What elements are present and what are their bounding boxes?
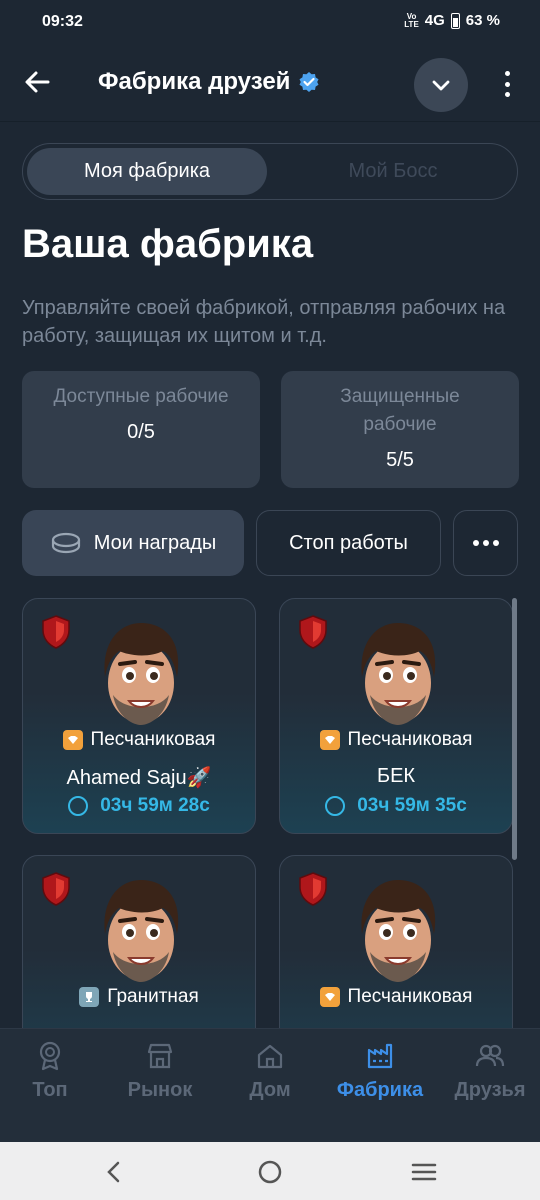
system-home-button[interactable] xyxy=(256,1158,284,1186)
worker-timer: 03ч 59м 35с xyxy=(280,795,512,817)
worker-card[interactable]: Песчаниковая БЕК 03ч 59м 35с xyxy=(279,598,513,834)
factory-icon xyxy=(367,1043,393,1069)
shield-icon xyxy=(42,872,70,906)
worker-name: Ahamed Saju🚀 xyxy=(66,767,212,789)
trophy-icon xyxy=(79,987,100,1007)
nav-label: Фабрика xyxy=(336,1079,424,1101)
rank-label: Песчаниковая xyxy=(90,729,216,750)
page-description: Управляйте своей фабрикой, отправляя раб… xyxy=(22,297,506,347)
dot-icon xyxy=(504,81,510,87)
worker-name: БЕК xyxy=(376,765,416,787)
title-group: Фабрика друзей xyxy=(98,68,320,96)
home-icon xyxy=(257,1044,283,1069)
network-type: 4G xyxy=(424,12,445,29)
factory-tabs: Моя фабрика Мой Босс xyxy=(22,143,518,200)
nav-item-home[interactable]: Дом xyxy=(216,1041,324,1102)
more-actions-button[interactable] xyxy=(453,510,518,576)
menu-lines-icon xyxy=(411,1163,437,1181)
more-menu-button[interactable] xyxy=(496,68,518,100)
avatar xyxy=(104,880,179,982)
shield-icon xyxy=(42,615,70,649)
worker-rank: Гранитная xyxy=(23,986,255,1008)
avatar xyxy=(104,623,179,725)
status-time: 09:32 xyxy=(42,13,83,30)
avatar xyxy=(361,623,436,725)
battery-icon xyxy=(450,12,460,29)
status-bar: 09:32 Vo LTE 4G 63 % xyxy=(0,0,540,44)
timer-value: 03ч 59м 28с xyxy=(100,795,210,816)
coin-stack-icon xyxy=(51,532,80,554)
tab-my-factory[interactable]: Моя фабрика xyxy=(27,148,267,195)
worker-card[interactable]: Песчаниковая Ahamed Saju🚀 03ч 59м 28с xyxy=(22,598,256,834)
page-title: Ваша фабрика xyxy=(22,222,314,266)
shield-icon xyxy=(299,872,327,906)
worker-timer: 03ч 59м 28с xyxy=(23,795,255,817)
nav-item-factory[interactable]: Фабрика xyxy=(326,1041,434,1102)
stat-available-workers: Доступные рабочие 0/5 xyxy=(22,371,260,488)
tab-my-boss[interactable]: Мой Босс xyxy=(273,148,513,195)
dot-icon xyxy=(482,540,489,546)
dot-icon xyxy=(492,540,499,546)
sandstone-badge-icon xyxy=(319,987,340,1007)
system-recents-button[interactable] xyxy=(410,1158,438,1186)
chevron-down-icon xyxy=(432,80,450,91)
worker-rank: Песчаниковая xyxy=(280,729,512,751)
battery-percent: 63 % xyxy=(465,12,500,29)
bottom-nav: Топ Рынок Дом Фабрика Друзья xyxy=(0,1028,540,1142)
system-back-button[interactable] xyxy=(100,1158,128,1186)
rank-label: Гранитная xyxy=(107,986,199,1007)
my-rewards-label: Мои награды xyxy=(93,531,217,554)
collapse-button[interactable] xyxy=(414,58,468,112)
nav-item-top[interactable]: Топ xyxy=(0,1041,104,1102)
stat-protected-workers: Защищенные рабочие 5/5 xyxy=(281,371,519,488)
page-header-title: Фабрика друзей xyxy=(98,68,291,95)
chevron-left-icon xyxy=(107,1161,120,1183)
store-icon xyxy=(147,1043,173,1069)
rank-label: Песчаниковая xyxy=(347,729,473,750)
nav-label: Топ xyxy=(32,1079,68,1101)
back-button[interactable] xyxy=(22,66,54,98)
timer-value: 03ч 59м 35с xyxy=(357,795,467,816)
medal-icon xyxy=(39,1041,61,1071)
worker-rank: Песчаниковая xyxy=(280,986,512,1008)
stop-work-button[interactable]: Стоп работы xyxy=(256,510,441,576)
volte-icon: Vo LTE xyxy=(404,11,419,29)
sandstone-badge-icon xyxy=(62,730,83,750)
circle-home-icon xyxy=(258,1160,282,1184)
verified-icon xyxy=(299,72,319,92)
my-rewards-button[interactable]: Мои награды xyxy=(22,510,244,576)
system-nav-bar xyxy=(0,1142,540,1200)
shield-icon xyxy=(299,615,327,649)
nav-label: Друзья xyxy=(454,1079,526,1101)
app-header: Фабрика друзей xyxy=(0,44,540,122)
arrow-left-icon xyxy=(25,71,50,93)
nav-item-market[interactable]: Рынок xyxy=(106,1041,214,1102)
nav-item-friends[interactable]: Друзья xyxy=(436,1041,540,1102)
dot-icon xyxy=(504,71,510,76)
worker-rank: Песчаниковая xyxy=(23,729,255,751)
rank-label: Песчаниковая xyxy=(347,986,473,1007)
friends-icon xyxy=(475,1044,505,1067)
avatar xyxy=(361,880,436,982)
scrollbar[interactable] xyxy=(512,598,517,860)
dot-icon xyxy=(504,92,510,97)
dot-icon xyxy=(472,540,479,546)
nav-label: Рынок xyxy=(127,1079,193,1101)
stat-label: Защищенные рабочие xyxy=(340,386,460,435)
nav-label: Дом xyxy=(249,1079,291,1101)
stat-value: 5/5 xyxy=(386,449,414,471)
sandstone-badge-icon xyxy=(319,730,340,750)
stat-label: Доступные рабочие xyxy=(53,386,229,407)
status-icons: Vo LTE 4G 63 % xyxy=(404,12,500,29)
timer-ring-icon xyxy=(68,796,89,816)
timer-ring-icon xyxy=(325,796,346,816)
stat-value: 0/5 xyxy=(127,421,155,443)
